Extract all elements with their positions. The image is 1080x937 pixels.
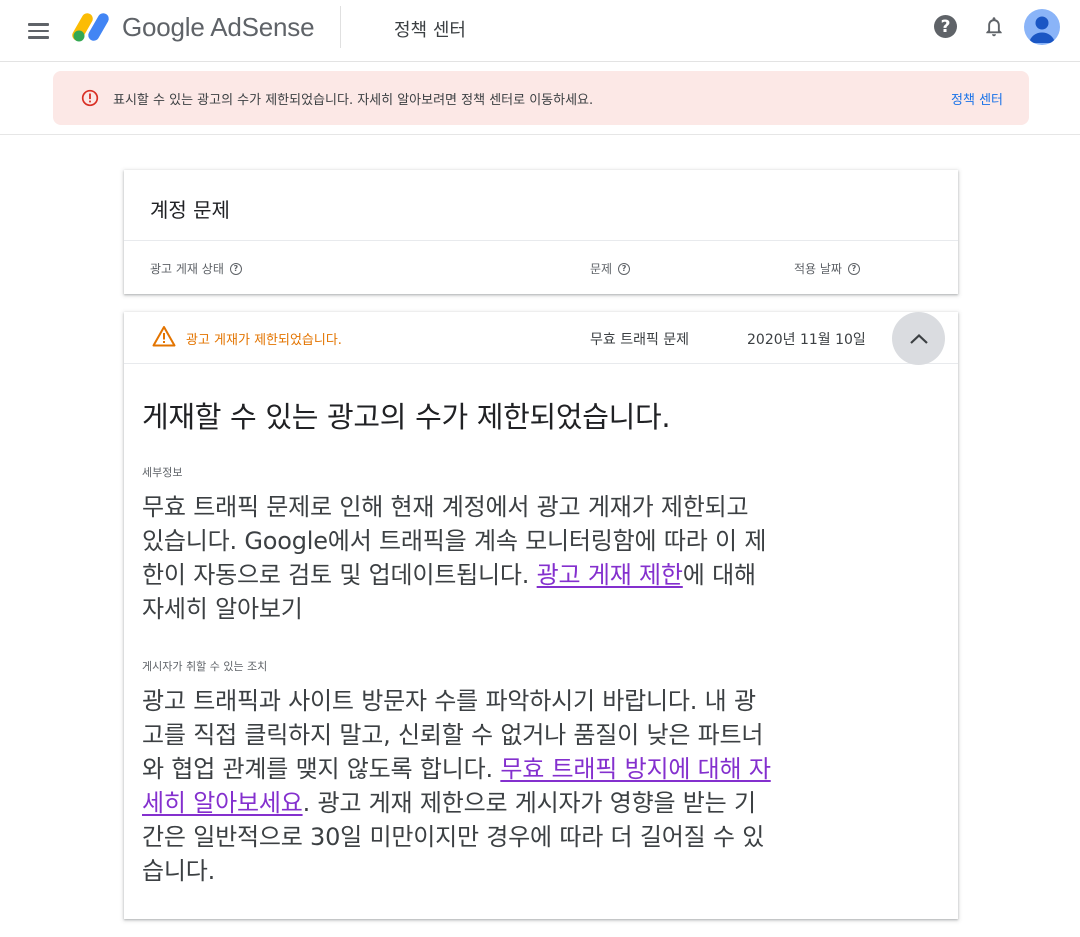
column-header-ad-serving-status: 광고 게재 상태 ? [150,260,242,277]
account-issues-card: 계정 문제 광고 게재 상태 ? 문제 ? 적용 날짜 ? [124,170,958,294]
actions-label: 게시자가 취할 수 있는 조치 [142,660,268,673]
product-name[interactable]: Google AdSense [122,12,315,43]
help-icon[interactable]: ? [618,262,631,275]
details-label: 세부정보 [142,466,183,479]
help-icon[interactable]: ? [934,15,957,38]
column-label: 문제 [590,262,613,276]
header-divider [340,6,341,48]
ad-serving-limits-link[interactable]: 광고 게재 제한 [537,561,683,589]
error-icon [81,89,99,107]
top-app-bar: Google AdSense 정책 센터 ? [0,0,1080,62]
column-label: 적용 날짜 [794,262,842,276]
bell-icon[interactable] [982,14,1006,40]
issue-row[interactable]: 광고 게재가 제한되었습니다. 무효 트래픽 문제 2020년 11월 10일 [124,312,958,365]
column-label: 광고 게재 상태 [150,262,224,276]
card-title: 계정 문제 [150,198,230,222]
page-title: 정책 센터 [394,20,466,41]
policy-center-link[interactable]: 정책 센터 [951,89,1003,108]
help-icon[interactable]: ? [229,262,242,275]
chevron-up-icon [909,333,928,344]
policy-alert-banner: 표시할 수 있는 광고의 수가 제한되었습니다. 자세히 알아보려면 정책 센터… [53,71,1029,125]
help-icon[interactable]: ? [847,262,860,275]
detail-heading: 게재할 수 있는 광고의 수가 제한되었습니다. [142,400,671,434]
issue-status: 광고 게재가 제한되었습니다. [186,333,342,348]
actions-text: 광고 트래픽과 사이트 방문자 수를 파악하시기 바랍니다. 내 광고를 직접 … [142,684,772,888]
divider [124,240,958,241]
menu-icon[interactable] [22,15,54,47]
column-header-issue: 문제 ? [590,260,631,277]
details-text: 무효 트래픽 문제로 인해 현재 계정에서 광고 게재가 제한되고 있습니다. … [142,490,772,626]
adsense-logo[interactable] [72,9,112,43]
warning-icon [152,326,176,347]
issue-type: 무효 트래픽 문제 [590,332,690,348]
issue-detail-card: 광고 게재가 제한되었습니다. 무효 트래픽 문제 2020년 11월 10일 … [124,312,958,919]
collapse-button[interactable] [892,312,945,365]
issue-date: 2020년 11월 10일 [747,332,866,348]
banner-message: 표시할 수 있는 광고의 수가 제한되었습니다. 자세히 알아보려면 정책 센터… [113,93,594,108]
avatar[interactable] [1024,9,1060,45]
banner-area: 표시할 수 있는 광고의 수가 제한되었습니다. 자세히 알아보려면 정책 센터… [0,63,1080,135]
column-header-date: 적용 날짜 ? [794,260,860,277]
